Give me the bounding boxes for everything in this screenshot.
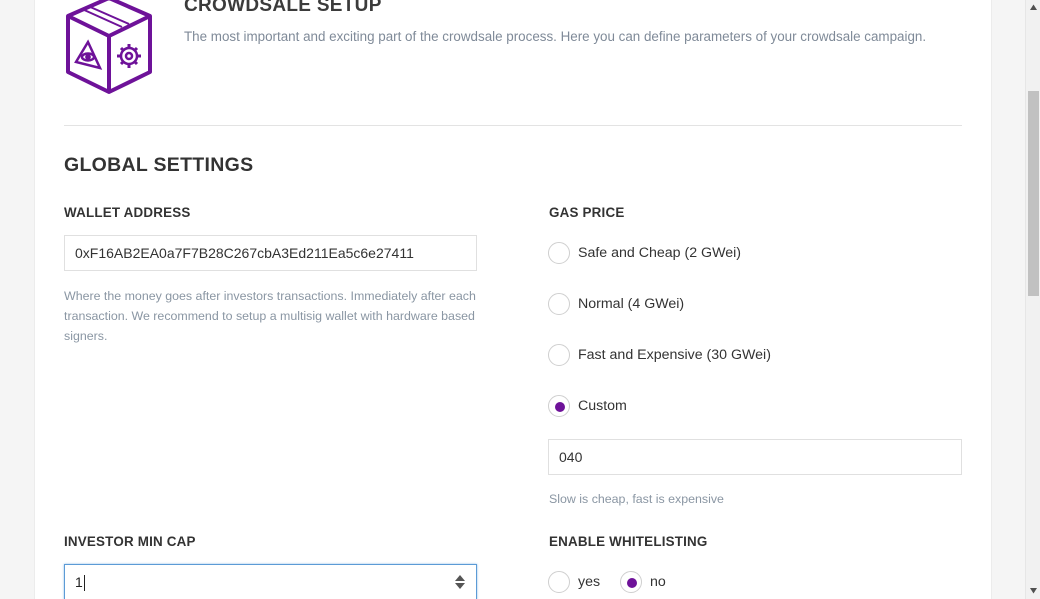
scroll-down-arrow-icon[interactable]	[1029, 586, 1038, 595]
gas-option-custom-radio[interactable]	[548, 395, 570, 417]
gas-option-normal-radio[interactable]	[548, 293, 570, 315]
gas-option-custom[interactable]: Custom	[548, 395, 627, 417]
page-scrollbar[interactable]	[1025, 0, 1040, 599]
gas-option-normal[interactable]: Normal (4 GWei)	[548, 293, 684, 315]
investor-min-cap-value: 1	[75, 574, 83, 590]
gas-option-safe[interactable]: Safe and Cheap (2 GWei)	[548, 242, 741, 264]
gas-option-normal-label: Normal (4 GWei)	[578, 296, 685, 312]
gas-option-fast-label: Fast and Expensive (30 GWei)	[578, 347, 771, 363]
page-title: CROWDSALE SETUP	[184, 0, 382, 16]
wallet-address-input[interactable]: 0xF16AB2EA0a7F7B28C267cbA3Ed211Ea5c6e274…	[64, 235, 477, 271]
whitelist-option-no[interactable]: no	[620, 571, 666, 593]
gas-option-safe-radio[interactable]	[548, 242, 570, 264]
investor-min-cap-input[interactable]: 1	[64, 564, 477, 599]
gas-option-safe-label: Safe and Cheap (2 GWei)	[578, 245, 741, 261]
investor-min-cap-label: INVESTOR MIN CAP	[64, 534, 196, 549]
crowdsale-box-logo-icon	[66, 0, 152, 94]
whitelist-no-label: no	[650, 574, 666, 590]
gas-option-fast[interactable]: Fast and Expensive (30 GWei)	[548, 344, 771, 366]
divider	[64, 125, 962, 126]
wallet-address-label: WALLET ADDRESS	[64, 205, 191, 220]
section-title-global-settings: GLOBAL SETTINGS	[64, 154, 254, 176]
scrollbar-thumb[interactable]	[1028, 91, 1039, 296]
custom-gas-price-input[interactable]: 040	[548, 439, 962, 475]
gas-option-fast-radio[interactable]	[548, 344, 570, 366]
scroll-up-arrow-icon[interactable]	[1029, 3, 1038, 12]
page-subtitle: The most important and exciting part of …	[184, 29, 927, 44]
text-caret	[83, 575, 85, 592]
whitelist-no-radio[interactable]	[620, 571, 642, 593]
whitelisting-label: ENABLE WHITELISTING	[549, 534, 708, 549]
gas-option-custom-label: Custom	[578, 398, 627, 414]
gas-price-hint: Slow is cheap, fast is expensive	[549, 492, 724, 506]
number-spinner-icon[interactable]	[454, 573, 466, 591]
whitelist-yes-radio[interactable]	[548, 571, 570, 593]
gas-price-label: GAS PRICE	[549, 205, 625, 220]
wallet-address-hint: Where the money goes after investors tra…	[64, 289, 476, 343]
whitelist-yes-label: yes	[578, 574, 601, 590]
whitelist-option-yes[interactable]: yes	[548, 571, 600, 593]
